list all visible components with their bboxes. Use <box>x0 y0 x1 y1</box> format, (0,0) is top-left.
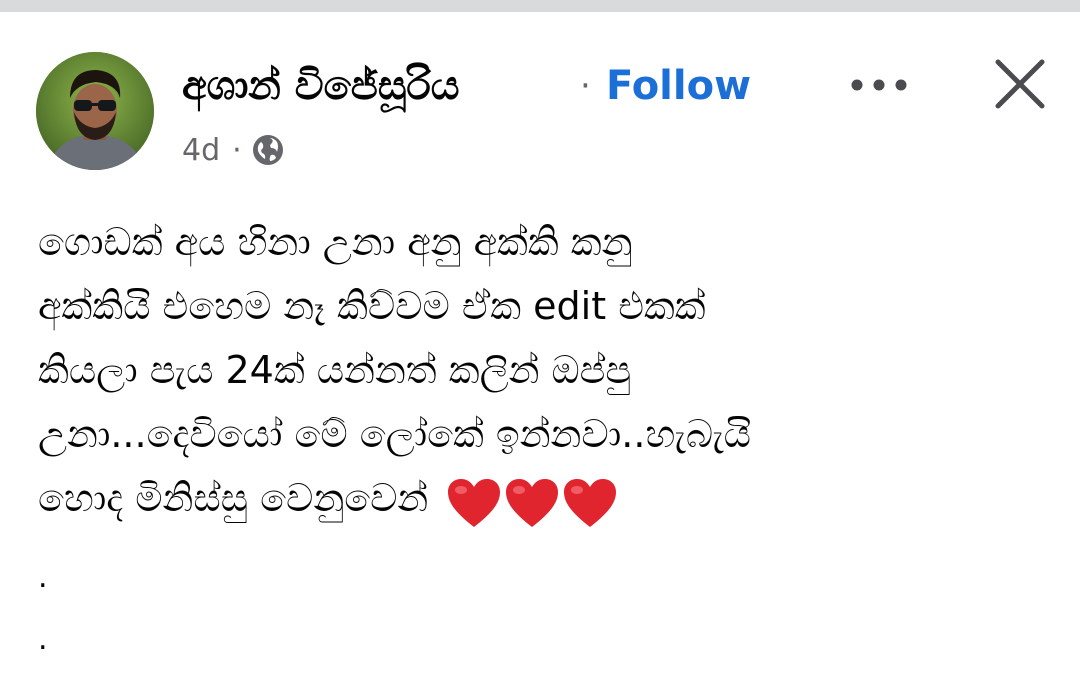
heart-icon <box>504 477 560 529</box>
top-divider <box>0 0 1080 12</box>
heart-icon <box>562 477 618 529</box>
post-body: ගොඩක් අය හිනා උනා අනු අක්කි කනු අක්කියි … <box>38 210 1048 530</box>
author-name[interactable]: අශාන් විජේසූරිය <box>182 64 460 108</box>
post-meta: 4d · <box>182 130 284 170</box>
trailing-dot: . <box>38 560 48 595</box>
heart-icon <box>446 477 502 529</box>
meta-separator: · <box>232 132 242 168</box>
trailing-dot: . <box>38 622 48 657</box>
post-text-last: හොද මිනිස්සු වෙනුවෙන් <box>38 476 429 520</box>
more-horizontal-icon[interactable] <box>846 70 912 100</box>
post-timestamp[interactable]: 4d <box>182 133 220 168</box>
close-icon[interactable] <box>992 56 1048 112</box>
name-separator: · <box>580 66 591 106</box>
post-text-line: කියලා පැය 24ක් යන්නත් කලින් ඔප්පු <box>38 348 632 392</box>
post-text-line: උනා...දෙවියෝ මේ ලෝකේ ඉන්නවා..හැබැයි <box>38 412 751 456</box>
author-avatar[interactable] <box>36 52 154 170</box>
follow-button[interactable]: Follow <box>606 64 751 108</box>
heart-emoji-group <box>446 469 620 533</box>
post-text-line: ගොඩක් අය හිනා උනා අනු අක්කි කනු <box>38 220 633 264</box>
post-text-line-with-hearts: හොද මිනිස්සු වෙනුවෙන් <box>38 466 1048 530</box>
post-card: අශාන් විජේසූරිය · Follow 4d · ගොඩක් අය හ… <box>0 12 1080 686</box>
post-text-line: අක්කියි එහෙම නෑ කිව්වම ඒක edit එකක් <box>38 284 706 328</box>
globe-icon[interactable] <box>252 134 284 166</box>
